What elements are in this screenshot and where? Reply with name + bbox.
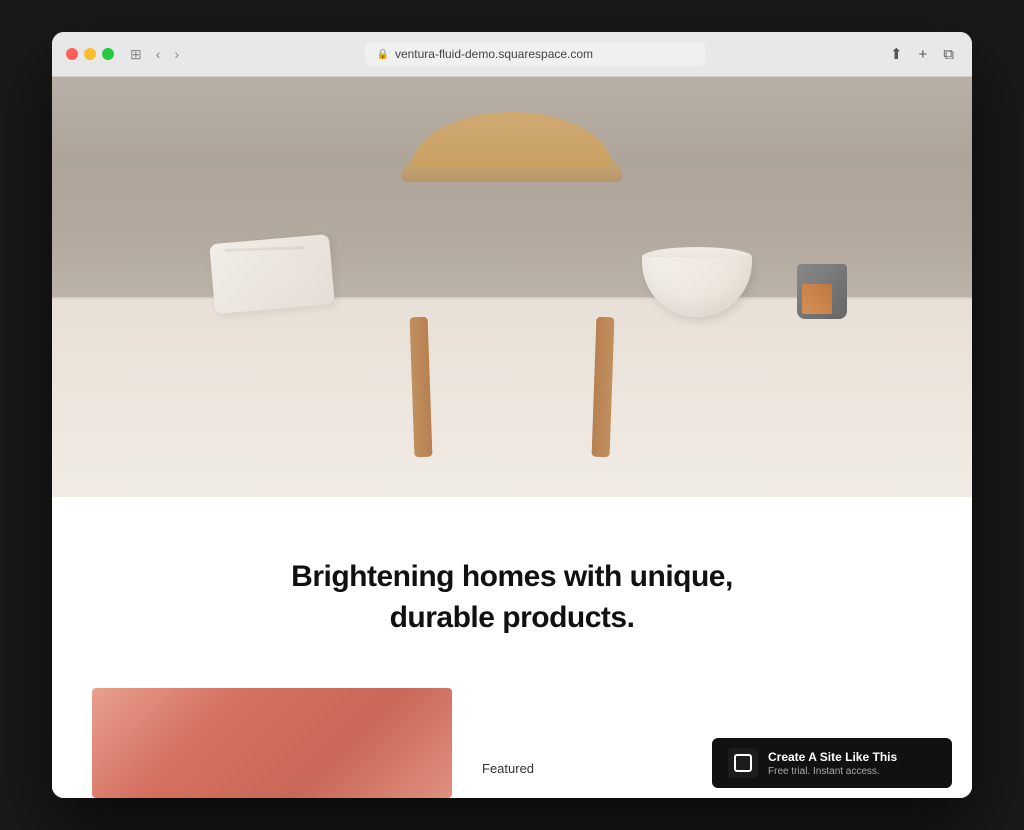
bowl-body [642,257,752,317]
sidebar-toggle-button[interactable]: ⊞ [126,44,146,65]
traffic-lights [66,48,114,60]
address-bar[interactable]: 🔒 ventura-fluid-demo.squarespace.com [365,42,705,66]
featured-label: Featured [482,761,534,776]
squarespace-text: Create A Site Like This Free trial. Inst… [768,750,936,777]
browser-controls: ⊞ ‹ › [126,44,183,65]
site-content: Ventura Shop About Contact Stockists [52,77,972,798]
share-button[interactable]: ⬆ [886,43,907,65]
squarespace-banner[interactable]: Create A Site Like This Free trial. Inst… [712,738,952,788]
browser-actions: ⬆ + ⧉ [886,43,958,65]
cloth-fold [225,246,305,252]
hero-background [52,77,972,497]
squarespace-logo-inner [734,754,752,772]
chair-back [382,157,642,337]
headline-line2: durable products. [390,601,635,634]
forward-button[interactable]: › [170,44,183,64]
fullscreen-button[interactable] [102,48,114,60]
product-image-warm [92,688,452,798]
squarespace-logo [728,748,758,778]
bowl-item [642,247,752,317]
minimize-button[interactable] [84,48,96,60]
cloth-body [209,234,335,314]
squarespace-title: Create A Site Like This [768,750,936,764]
bottom-section: Featured Create A Site Like This Free tr… [52,688,972,798]
close-button[interactable] [66,48,78,60]
new-tab-button[interactable]: + [915,44,932,65]
cloth-item [212,239,342,319]
url-text: ventura-fluid-demo.squarespace.com [395,47,593,61]
small-cup [797,254,852,319]
hero-section: Ventura Shop About Contact Stockists [52,77,972,497]
chair-backrest [402,157,622,182]
tab-overview-button[interactable]: ⧉ [939,44,958,65]
browser-chrome: ⊞ ‹ › 🔒 ventura-fluid-demo.squarespace.c… [52,32,972,77]
cup-body [797,264,847,319]
squarespace-subtitle: Free trial. Instant access. [768,766,936,777]
back-button[interactable]: ‹ [152,44,165,64]
content-section: Brightening homes with unique, durable p… [52,497,972,688]
cup-accent [802,284,832,314]
lock-icon: 🔒 [377,49,389,60]
headline-line1: Brightening homes with unique, [291,560,733,593]
address-bar-wrap: 🔒 ventura-fluid-demo.squarespace.com [195,42,874,66]
hero-scene [52,77,972,497]
main-headline: Brightening homes with unique, durable p… [92,557,932,638]
browser-window: ⊞ ‹ › 🔒 ventura-fluid-demo.squarespace.c… [52,32,972,798]
product-card-1[interactable] [92,688,452,798]
